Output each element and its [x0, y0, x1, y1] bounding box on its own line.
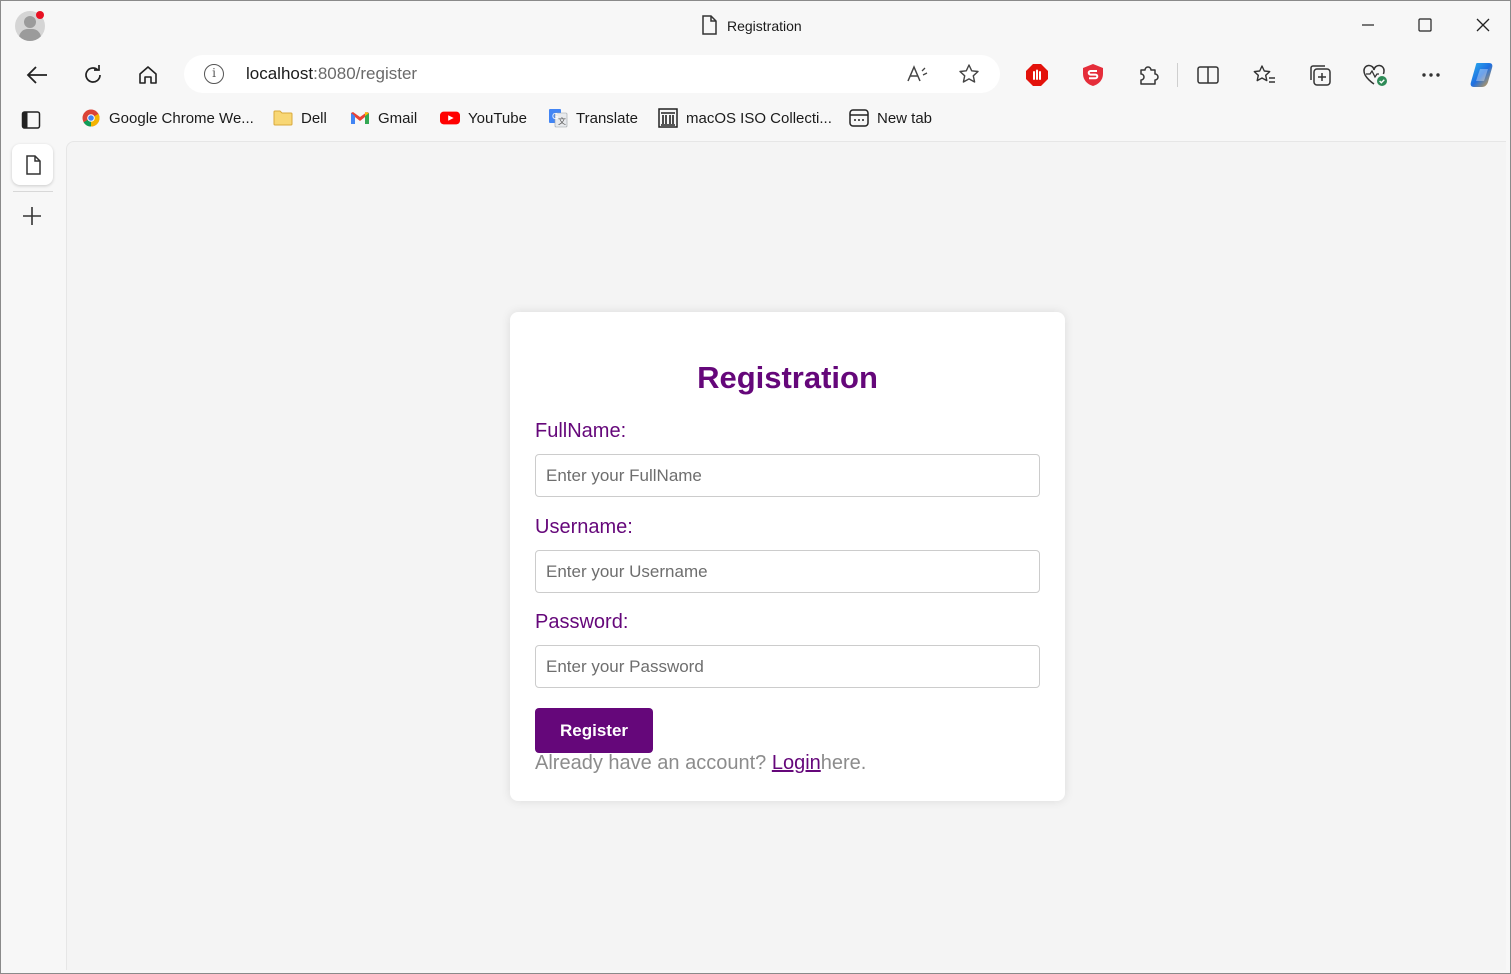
password-label: Password: — [535, 611, 629, 633]
maximize-button[interactable] — [1411, 11, 1439, 39]
bookmark-youtube[interactable]: YouTube — [440, 107, 527, 129]
more-icon — [1422, 73, 1440, 77]
username-field[interactable] — [535, 550, 1040, 593]
page-title: Registration — [697, 360, 878, 395]
vertical-tab-strip — [1, 135, 65, 973]
new-tab-button[interactable] — [17, 201, 47, 231]
tab-actions-button[interactable] — [16, 105, 46, 135]
back-button[interactable] — [22, 60, 52, 90]
page-icon — [25, 154, 41, 175]
minimize-icon — [1362, 24, 1374, 26]
register-button[interactable]: Register — [535, 708, 653, 753]
puzzle-icon — [1140, 66, 1159, 85]
new-tab-icon — [849, 108, 869, 128]
split-screen-icon — [1197, 66, 1219, 84]
copilot-button[interactable] — [1468, 60, 1498, 90]
youtube-icon — [440, 108, 460, 128]
read-aloud-button[interactable] — [904, 60, 932, 88]
bookmark-label: Google Chrome We... — [109, 109, 254, 127]
bookmark-macos-iso[interactable]: macOS ISO Collecti... — [658, 107, 832, 129]
bookmark-label: New tab — [877, 109, 933, 127]
collections-button[interactable] — [1305, 60, 1335, 90]
tab-actions-icon — [21, 111, 41, 129]
stop-hand-icon — [1026, 64, 1048, 86]
gmail-icon — [350, 108, 370, 128]
bookmark-new-tab[interactable]: New tab — [849, 107, 932, 129]
extensions-button[interactable] — [1133, 60, 1163, 90]
login-prompt-text: Already have an account? — [535, 752, 772, 774]
favorite-star-button[interactable] — [955, 60, 983, 88]
archive-icon — [658, 108, 678, 128]
login-prompt-suffix: here. — [820, 752, 867, 774]
window-title-text: Registration — [727, 18, 802, 34]
title-bar: Registration — [1, 1, 1510, 49]
star-icon — [959, 64, 979, 83]
close-icon — [1476, 18, 1490, 32]
settings-more-button[interactable] — [1416, 60, 1446, 90]
plus-icon — [23, 207, 41, 225]
password-field[interactable] — [535, 645, 1040, 688]
minimize-button[interactable] — [1354, 11, 1382, 39]
registration-card: Registration FullName: Username: Passwor… — [510, 312, 1065, 801]
url-text[interactable]: localhost:8080/register — [246, 64, 417, 84]
home-icon — [139, 66, 157, 84]
bookmark-gmail[interactable]: Gmail — [350, 107, 417, 129]
favorites-icon — [1253, 65, 1275, 83]
login-prompt: Already have an account? Loginhere. — [535, 752, 866, 775]
toolbar: i localhost:8080/register — [1, 49, 1510, 99]
heart-pulse-icon — [1363, 64, 1387, 86]
collections-icon — [1310, 65, 1331, 86]
bookmark-dell[interactable]: Dell — [273, 107, 327, 129]
fullname-label: FullName: — [535, 420, 627, 442]
tab-registration[interactable] — [12, 144, 53, 185]
bookmark-google-chrome[interactable]: Google Chrome We... — [81, 107, 254, 129]
profile-avatar[interactable] — [15, 11, 45, 41]
bookmark-label: Translate — [576, 109, 638, 127]
translate-icon: G文 — [548, 108, 568, 128]
username-label: Username: — [535, 516, 633, 538]
chrome-icon — [81, 108, 101, 128]
login-link[interactable]: Login — [772, 752, 821, 774]
browser-window: Registration i localhost:8080/register G… — [0, 0, 1511, 974]
bookmarks-bar: Google Chrome We... Dell Gmail YouTube G… — [1, 101, 1510, 135]
browser-essentials-button[interactable] — [1360, 60, 1390, 90]
page-icon — [701, 14, 717, 38]
copilot-icon — [1470, 63, 1493, 87]
bookmark-label: macOS ISO Collecti... — [686, 109, 832, 127]
svg-text:文: 文 — [558, 116, 566, 126]
close-window-button[interactable] — [1469, 11, 1497, 39]
bookmark-translate[interactable]: G文 Translate — [548, 107, 638, 129]
window-title: Registration — [701, 14, 802, 38]
shield-icon — [1083, 64, 1103, 86]
read-aloud-icon — [907, 65, 928, 82]
refresh-icon — [85, 65, 101, 83]
bookmark-label: YouTube — [468, 109, 527, 127]
url-path: :8080/register — [313, 64, 418, 83]
notification-dot — [36, 11, 44, 19]
folder-icon — [273, 108, 293, 128]
favorites-button[interactable] — [1249, 60, 1279, 90]
tab-strip-divider — [13, 191, 53, 192]
adblock-extension-button[interactable] — [1022, 60, 1052, 90]
refresh-button[interactable] — [78, 60, 108, 90]
page-viewport: Registration FullName: Username: Passwor… — [66, 141, 1506, 970]
bookmark-label: Dell — [301, 109, 327, 127]
url-host: localhost — [246, 64, 314, 83]
back-arrow-icon — [26, 66, 47, 84]
toolbar-divider — [1177, 63, 1178, 87]
shield-extension-button[interactable] — [1078, 60, 1108, 90]
site-info-icon[interactable]: i — [204, 64, 224, 84]
split-screen-button[interactable] — [1193, 60, 1223, 90]
fullname-field[interactable] — [535, 454, 1040, 497]
home-button[interactable] — [133, 60, 163, 90]
maximize-icon — [1418, 18, 1432, 32]
address-bar[interactable]: i localhost:8080/register — [184, 55, 1000, 93]
bookmark-label: Gmail — [378, 109, 418, 127]
